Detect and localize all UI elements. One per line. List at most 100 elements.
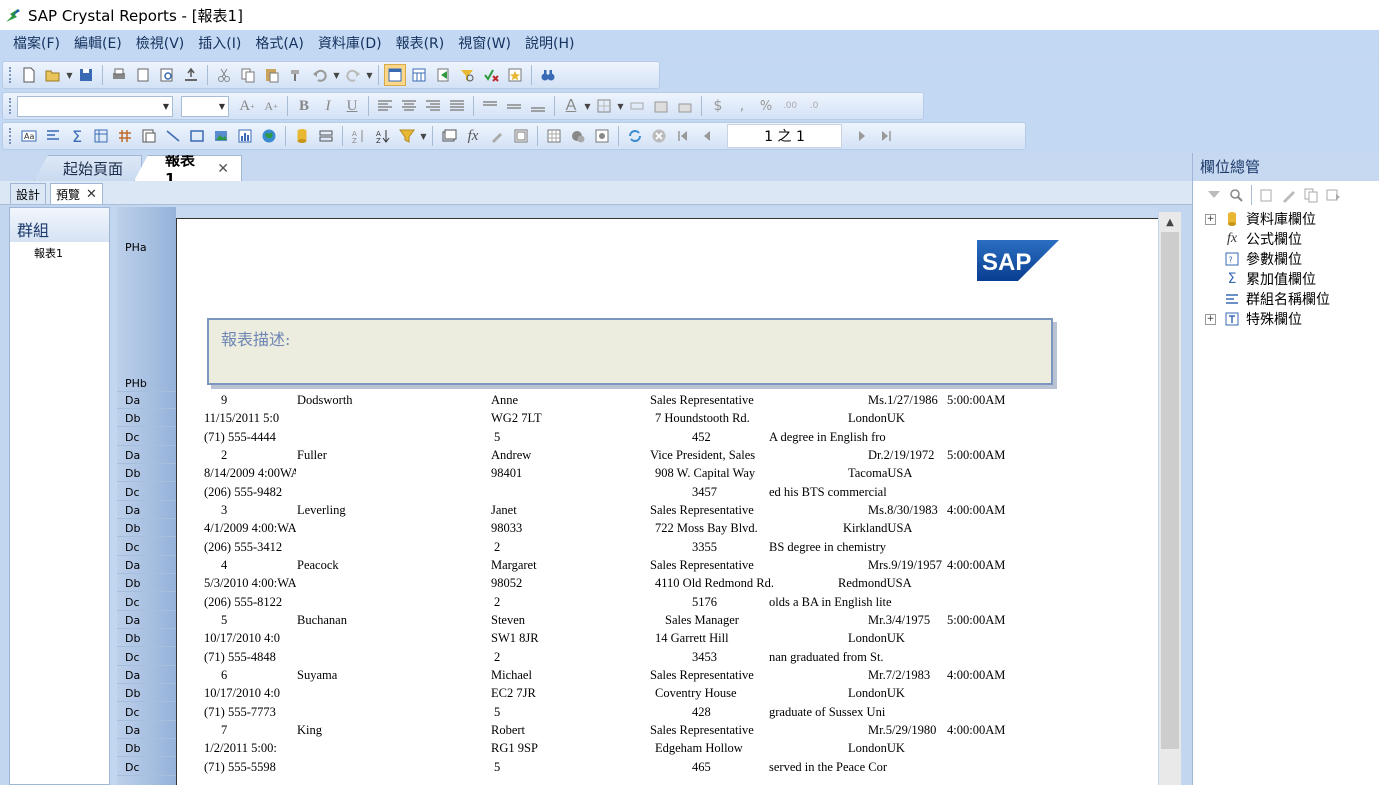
insert-crosstab-icon[interactable] <box>90 125 112 147</box>
select-expert-icon[interactable] <box>456 64 478 86</box>
section-label[interactable]: Db <box>125 522 140 535</box>
tree-running-total-fields[interactable]: Σ 累加值欄位 <box>1193 269 1316 289</box>
undo-icon[interactable] <box>309 64 331 86</box>
tree-parameter-fields[interactable]: ? 參數欄位 <box>1193 249 1302 269</box>
menu-edit[interactable]: 編輯(E) <box>67 30 129 58</box>
tab-preview[interactable]: 預覽 ✕ <box>50 183 103 204</box>
browse-field-icon[interactable] <box>1225 184 1247 206</box>
insert-green-icon[interactable] <box>432 64 454 86</box>
section-label[interactable]: Dc <box>125 541 140 554</box>
tab-design[interactable]: 設計 <box>10 183 47 204</box>
section-label[interactable]: Db <box>125 742 140 755</box>
insert-line-icon[interactable] <box>162 125 184 147</box>
toolbar-grip[interactable] <box>9 98 12 114</box>
decrease-font-icon[interactable]: A + <box>260 95 282 117</box>
insert-subreport-icon[interactable] <box>138 125 160 147</box>
edit-field-icon[interactable] <box>1278 184 1300 206</box>
filter-icon[interactable] <box>396 125 418 147</box>
scrollbar-thumb[interactable] <box>1161 232 1179 749</box>
section-label[interactable]: PHa <box>125 241 147 254</box>
currency-icon[interactable]: $ <box>707 95 729 117</box>
align-left-icon[interactable] <box>374 95 396 117</box>
lock-format-icon[interactable] <box>650 95 672 117</box>
insert-summary-icon[interactable]: Σ <box>66 125 88 147</box>
tree-formula-fields[interactable]: fx 公式欄位 <box>1193 229 1302 249</box>
borders-icon[interactable] <box>593 95 615 117</box>
section-label[interactable]: Da <box>125 669 140 682</box>
font-name-combo[interactable]: ▼ <box>17 95 173 117</box>
print-preview-icon[interactable] <box>156 64 178 86</box>
last-page-icon[interactable] <box>875 125 897 147</box>
tree-group-name-fields[interactable]: 群組名稱欄位 <box>1193 289 1330 309</box>
copy-page-icon[interactable] <box>132 64 154 86</box>
section-label[interactable]: Da <box>125 394 140 407</box>
expand-icon[interactable]: + <box>1205 313 1216 325</box>
italic-icon[interactable]: I <box>317 95 339 117</box>
highlighting-expert-icon[interactable] <box>486 125 508 147</box>
next-page-icon[interactable] <box>851 125 873 147</box>
insert-text-object-icon[interactable]: Aa <box>18 125 40 147</box>
align-right-icon[interactable] <box>422 95 444 117</box>
section-label[interactable]: Da <box>125 724 140 737</box>
menu-window[interactable]: 視窗(W) <box>451 30 518 58</box>
repository-icon[interactable] <box>591 125 613 147</box>
section-label[interactable]: Dc <box>125 431 140 444</box>
tree-special-fields[interactable]: + 特殊欄位 <box>1193 309 1302 329</box>
insert-picture-icon[interactable] <box>210 125 232 147</box>
menu-help[interactable]: 說明(H) <box>518 30 581 58</box>
redo-dropdown-arrow[interactable]: ▼ <box>365 64 374 86</box>
save-icon[interactable] <box>75 64 97 86</box>
section-label[interactable]: Da <box>125 504 140 517</box>
favorites-icon[interactable] <box>504 64 526 86</box>
menu-database[interactable]: 資料庫(D) <box>311 30 389 58</box>
align-center-icon[interactable] <box>398 95 420 117</box>
open-dropdown-arrow[interactable]: ▼ <box>65 64 74 86</box>
toggle-field-view-icon[interactable] <box>384 64 406 86</box>
suppress-icon[interactable] <box>626 95 648 117</box>
tab-report1[interactable]: 報表1 ✕ <box>134 155 242 181</box>
insert-olap-icon[interactable] <box>114 125 136 147</box>
redo-icon[interactable] <box>342 64 364 86</box>
group-tree-node[interactable]: 報表1 <box>10 242 109 261</box>
menu-file[interactable]: 檔案(F) <box>6 30 67 58</box>
section-label[interactable]: Da <box>125 559 140 572</box>
insert-group-icon[interactable] <box>42 125 64 147</box>
section-label[interactable]: Dc <box>125 651 140 664</box>
stop-icon[interactable] <box>648 125 670 147</box>
menu-view[interactable]: 檢視(V) <box>129 30 192 58</box>
export-icon[interactable] <box>180 64 202 86</box>
section-label[interactable]: Da <box>125 614 140 627</box>
previous-page-icon[interactable] <box>696 125 718 147</box>
scroll-up-arrow-icon[interactable]: ▲ <box>1159 212 1181 232</box>
close-preview-icon[interactable]: ✕ <box>86 187 97 202</box>
cut-icon[interactable] <box>213 64 235 86</box>
rename-field-icon[interactable] <box>1322 184 1344 206</box>
report-calendar-icon[interactable] <box>408 64 430 86</box>
menu-report[interactable]: 報表(R) <box>389 30 452 58</box>
section-label[interactable]: Dc <box>125 761 140 774</box>
first-page-icon[interactable] <box>672 125 694 147</box>
section-label[interactable]: Db <box>125 632 140 645</box>
insert-chart-icon[interactable] <box>234 125 256 147</box>
increase-font-icon[interactable]: A + <box>236 95 258 117</box>
report-parts-icon[interactable] <box>567 125 589 147</box>
section-label[interactable]: Db <box>125 467 140 480</box>
borders-dropdown-arrow[interactable]: ▼ <box>616 95 625 117</box>
format-painter-icon[interactable] <box>285 64 307 86</box>
close-tab-icon[interactable]: ✕ <box>217 161 229 177</box>
toolbar-grip[interactable] <box>9 67 12 83</box>
align-bottom-icon[interactable] <box>527 95 549 117</box>
tree-database-fields[interactable]: + 資料庫欄位 <box>1193 209 1316 229</box>
formula-workshop-icon[interactable]: fx <box>462 125 484 147</box>
section-label[interactable]: Dc <box>125 596 140 609</box>
new-field-icon[interactable] <box>1256 184 1278 206</box>
page-number-box[interactable]: 1 之 1 <box>727 124 842 148</box>
decrease-decimal-icon[interactable]: .0 <box>803 95 825 117</box>
filter-dropdown-arrow[interactable]: ▼ <box>419 125 428 147</box>
database-expert-icon[interactable] <box>291 125 313 147</box>
toolbar-grip[interactable] <box>9 128 12 144</box>
font-size-combo[interactable]: ▼ <box>181 95 229 117</box>
refresh-icon[interactable] <box>624 125 646 147</box>
insert-box-icon[interactable] <box>186 125 208 147</box>
section-label[interactable]: Db <box>125 412 140 425</box>
